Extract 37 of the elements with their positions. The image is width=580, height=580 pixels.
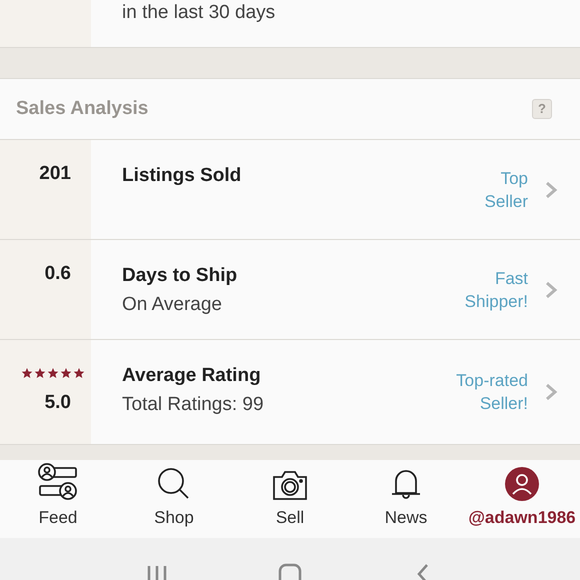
people-list-icon	[38, 462, 78, 500]
badge-text: Top	[500, 168, 528, 190]
search-icon	[157, 466, 191, 500]
stat-title: Average Rating	[122, 364, 262, 388]
star-icon	[34, 366, 46, 379]
badge-text: Top-rated	[456, 370, 528, 392]
tab-bar-item[interactable]: @adawn1986	[464, 460, 580, 538]
section-title: Sales Analysis	[16, 96, 148, 121]
badge-text: Fast	[494, 268, 528, 290]
badge-text: Seller	[484, 190, 528, 212]
star-icon	[60, 366, 72, 379]
stat-subtitle: On Average	[122, 292, 224, 316]
camera-icon	[272, 468, 308, 500]
stat-row[interactable]: 201 Listings Sold Top Seller	[0, 140, 580, 240]
star-icon	[21, 366, 33, 379]
stat-row[interactable]: 5.0 Average Rating Total Ratings: 99 Top-rated Seller!	[0, 340, 580, 445]
tab-bar-item[interactable]: Shop	[116, 460, 232, 538]
stat-value: 0.6	[44, 262, 71, 286]
chevron-icon	[544, 382, 558, 402]
badge-text: Seller!	[480, 393, 528, 415]
home-icon[interactable]	[278, 562, 302, 580]
badge-text: Shipper!	[464, 290, 528, 312]
stat-title: Days to Ship	[122, 264, 238, 288]
tab-bar-item[interactable]: Feed	[0, 460, 116, 538]
star-icon	[73, 366, 85, 379]
stat-subtitle: Total Ratings: 99	[122, 392, 265, 416]
star-icon	[47, 366, 59, 379]
chevron-icon	[544, 280, 558, 300]
avatar-icon	[505, 466, 539, 500]
stat-value: 5.0	[44, 390, 71, 415]
tab-bar-item[interactable]: News	[348, 460, 464, 538]
stat-row[interactable]: 0.6 Days to Ship On Average Fast Shipper!	[0, 240, 580, 340]
stat-subtitle: in the last 30 days	[122, 1, 276, 22]
stat-value: 201	[39, 162, 71, 186]
chevron-icon	[544, 180, 558, 200]
tab-bar-item[interactable]: Sell	[232, 460, 348, 538]
stat-title: Listings Sold	[122, 164, 242, 188]
